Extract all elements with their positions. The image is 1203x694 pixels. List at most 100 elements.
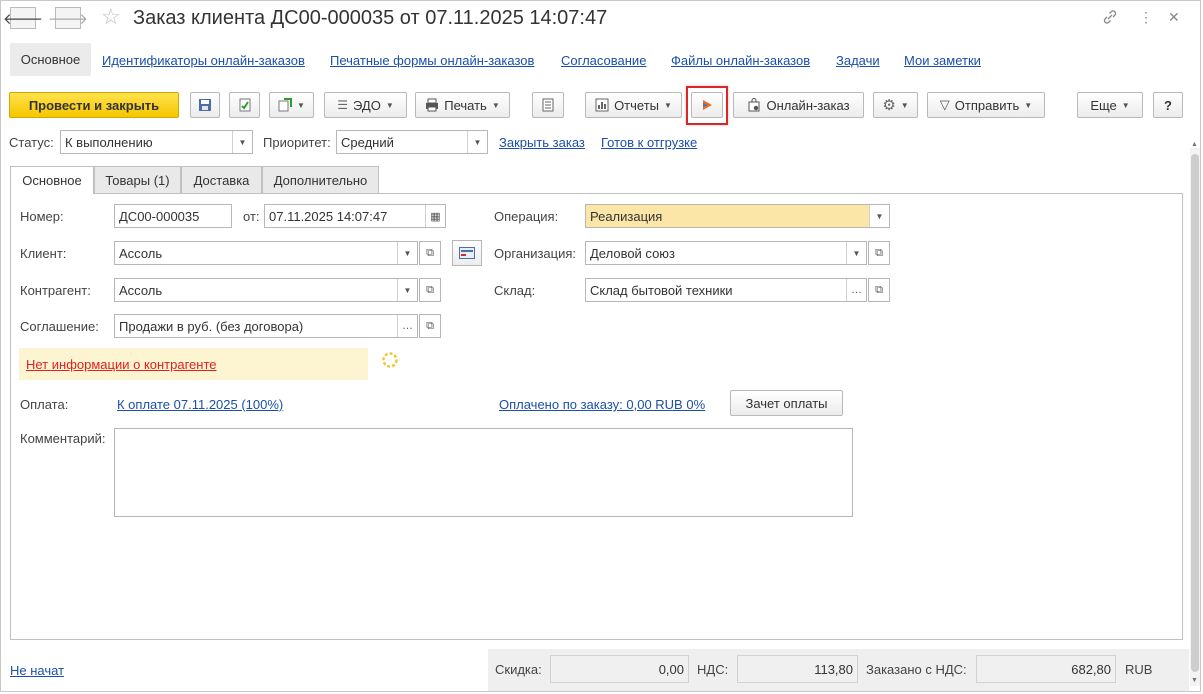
tab-additional[interactable]: Дополнительно	[262, 166, 379, 193]
close-icon[interactable]: ✕	[1168, 9, 1180, 26]
client-select[interactable]: Ассоль ▼	[114, 241, 418, 265]
client-card-button[interactable]	[452, 240, 482, 266]
scrollbar-thumb[interactable]	[1191, 154, 1199, 672]
comment-label: Комментарий:	[20, 431, 106, 446]
date-input[interactable]: 07.11.2025 14:07:47 ▦	[264, 204, 446, 228]
ellipsis-icon[interactable]: …	[397, 315, 417, 337]
chevron-down-icon[interactable]: ▼	[397, 242, 417, 264]
chevron-down-icon[interactable]: ▼	[846, 242, 866, 264]
no-contractor-info-link[interactable]: Нет информации о контрагенте	[26, 357, 217, 372]
document-structure-button[interactable]	[532, 92, 564, 118]
reports-button[interactable]: Отчеты ▼	[585, 92, 682, 118]
create-based-on-button[interactable]: ▼	[269, 92, 314, 118]
ellipsis-icon[interactable]: …	[846, 279, 866, 301]
back-button[interactable]: 🡐	[3, 7, 43, 29]
tab-delivery[interactable]: Доставка	[181, 166, 262, 193]
chevron-down-icon[interactable]: ▼	[467, 131, 487, 153]
state-link[interactable]: Не начат	[10, 663, 64, 678]
link-icon[interactable]	[1102, 9, 1118, 29]
priority-label: Приоритет:	[263, 135, 331, 150]
date-from-label: от:	[243, 209, 260, 224]
open-icon: ⧉	[426, 246, 434, 259]
chevron-down-icon: ▼	[1024, 100, 1033, 110]
payment-offset-button[interactable]: Зачет оплаты	[730, 390, 843, 416]
operation-select[interactable]: Реализация ▼	[585, 204, 890, 228]
nav-link-online-files[interactable]: Файлы онлайн-заказов	[671, 53, 810, 68]
number-label: Номер:	[20, 209, 64, 224]
online-order-label: Онлайн-заказ	[766, 97, 850, 113]
nav-link-tasks[interactable]: Задачи	[836, 53, 880, 68]
chevron-down-icon: ▼	[491, 100, 500, 110]
ready-to-ship-link[interactable]: Готов к отгрузке	[601, 135, 697, 150]
nav-link-approval[interactable]: Согласование	[561, 53, 646, 68]
scroll-up-icon[interactable]: ▲	[1191, 141, 1198, 148]
tab-main[interactable]: Основное	[10, 166, 94, 194]
forward-button[interactable]: 🡒	[48, 7, 88, 29]
priority-select[interactable]: Средний ▼	[336, 130, 488, 154]
priority-value: Средний	[341, 134, 394, 150]
client-value: Ассоль	[119, 245, 163, 261]
chevron-down-icon[interactable]: ▼	[232, 131, 252, 153]
create-based-icon	[278, 98, 293, 112]
printer-icon	[426, 98, 439, 112]
currency-label: RUB	[1125, 662, 1153, 677]
status-value: К выполнению	[65, 134, 153, 150]
tab-goods[interactable]: Товары (1)	[94, 166, 181, 193]
open-contractor-button[interactable]: ⧉	[419, 278, 441, 302]
more-vertical-icon[interactable]: ⋮	[1139, 9, 1153, 26]
send-button[interactable]: ▽ Отправить ▼	[927, 92, 1045, 118]
calendar-icon[interactable]: ▦	[425, 205, 445, 227]
chevron-down-icon[interactable]: ▼	[397, 279, 417, 301]
discount-field: 0,00	[550, 655, 689, 683]
vat-label: НДС:	[697, 662, 729, 677]
warehouse-label: Склад:	[494, 283, 536, 298]
close-order-link[interactable]: Закрыть заказ	[499, 135, 585, 150]
save-button[interactable]	[190, 92, 220, 118]
post-and-close-button[interactable]: Провести и закрыть	[9, 92, 179, 118]
open-icon: ⧉	[875, 246, 883, 259]
discount-label: Скидка:	[495, 662, 542, 677]
post-button[interactable]	[229, 92, 260, 118]
contractor-label: Контрагент:	[20, 283, 91, 298]
settings-button[interactable]: ⚙ ▼	[873, 92, 918, 118]
payment-schedule-link[interactable]: К оплате 07.11.2025 (100%)	[117, 397, 283, 412]
scroll-down-icon[interactable]: ▼	[1191, 677, 1198, 684]
edo-label: ЭДО	[353, 97, 381, 113]
agreement-value: Продажи в руб. (без договора)	[119, 318, 304, 334]
loading-spinner-icon	[381, 351, 399, 372]
total-label: Заказано с НДС:	[866, 662, 967, 677]
reports-label: Отчеты	[614, 97, 659, 113]
paid-by-order-link[interactable]: Оплачено по заказу: 0,00 RUB 0%	[499, 397, 705, 412]
more-button[interactable]: Еще ▼	[1077, 92, 1143, 118]
contractor-select[interactable]: Ассоль ▼	[114, 278, 418, 302]
online-order-button[interactable]: Онлайн-заказ	[733, 92, 864, 118]
open-organization-button[interactable]: ⧉	[868, 241, 890, 265]
agreement-label: Соглашение:	[20, 319, 99, 334]
chevron-down-icon: ▼	[900, 100, 909, 110]
warehouse-select[interactable]: Склад бытовой техники …	[585, 278, 867, 302]
print-label: Печать	[444, 97, 487, 113]
edo-button[interactable]: ☰ ЭДО ▼	[324, 92, 407, 118]
chevron-down-icon[interactable]: ▼	[869, 205, 889, 227]
open-agreement-button[interactable]: ⧉	[419, 314, 441, 338]
nav-main[interactable]: Основное	[10, 43, 91, 76]
contractor-value: Ассоль	[119, 282, 163, 298]
organization-label: Организация:	[494, 246, 577, 261]
nav-link-print-forms[interactable]: Печатные формы онлайн-заказов	[330, 53, 534, 68]
nav-link-notes[interactable]: Мои заметки	[904, 53, 981, 68]
organization-select[interactable]: Деловой союз ▼	[585, 241, 867, 265]
client-label: Клиент:	[20, 246, 67, 261]
agreement-select[interactable]: Продажи в руб. (без договора) …	[114, 314, 418, 338]
number-input[interactable]: ДС00-000035	[114, 204, 232, 228]
contractor-warning: Нет информации о контрагенте	[19, 348, 368, 380]
chevron-down-icon: ▼	[664, 100, 672, 110]
open-warehouse-button[interactable]: ⧉	[868, 278, 890, 302]
status-select[interactable]: К выполнению ▼	[60, 130, 253, 154]
comment-textarea[interactable]	[114, 428, 853, 517]
open-client-button[interactable]: ⧉	[419, 241, 441, 265]
nav-link-online-ids[interactable]: Идентификаторы онлайн-заказов	[102, 53, 305, 68]
favorite-star-icon[interactable]: ☆	[101, 4, 121, 30]
save-icon	[199, 99, 211, 111]
help-button[interactable]: ?	[1153, 92, 1183, 118]
print-button[interactable]: Печать ▼	[415, 92, 510, 118]
